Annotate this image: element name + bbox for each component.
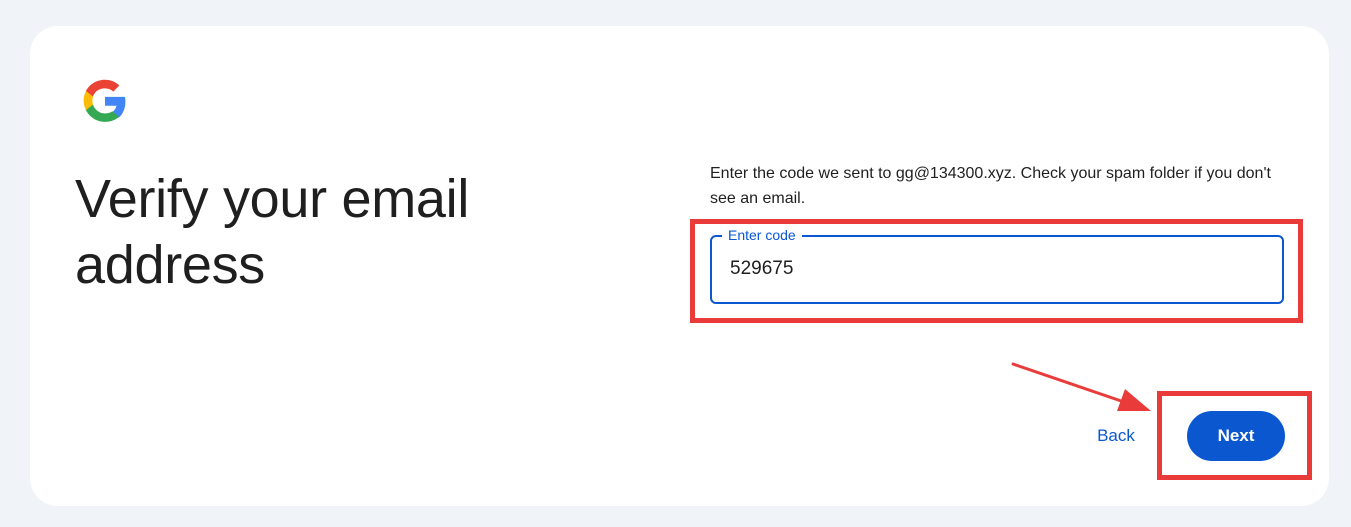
next-button[interactable]: Next bbox=[1187, 411, 1285, 461]
code-field-label: Enter code bbox=[722, 227, 802, 243]
code-field[interactable]: Enter code bbox=[710, 227, 1284, 304]
code-input[interactable] bbox=[730, 257, 1250, 281]
page-title: Verify your email address bbox=[75, 169, 470, 295]
signin-card: Verify your email address Enter the code… bbox=[30, 26, 1329, 506]
back-button[interactable]: Back bbox=[1080, 414, 1152, 458]
annotation-arrow-icon bbox=[1011, 362, 1151, 411]
google-logo-icon bbox=[80, 76, 130, 126]
instruction-text: Enter the code we sent to gg@134300.xyz.… bbox=[710, 165, 1271, 207]
